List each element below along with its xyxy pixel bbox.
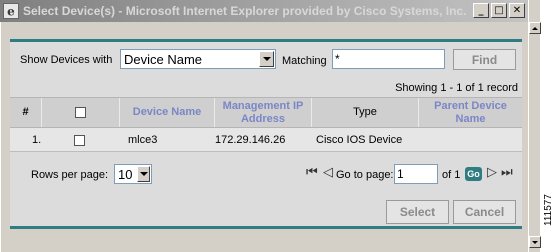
row-management-ip: 172.29.146.26 [215, 134, 286, 146]
panel-bottom-rule [10, 226, 522, 229]
window-title: Select Device(s) - Microsoft Internet Ex… [23, 4, 467, 18]
chevron-down-icon[interactable] [137, 166, 150, 182]
column-header-type: Type [312, 98, 419, 127]
svg-text:e: e [7, 5, 15, 19]
rows-per-page-label: Rows per page: [31, 169, 109, 181]
figure-code: 111577 [543, 194, 554, 226]
row-type: Cisco IOS Device [316, 134, 403, 146]
matching-input[interactable]: * [332, 49, 445, 69]
chevron-down-icon[interactable] [259, 51, 274, 67]
maximize-icon[interactable]: □ [491, 3, 507, 18]
go-to-page-label: Go to page: [336, 169, 394, 181]
row-device-name: mlce3 [128, 134, 158, 146]
first-page-icon[interactable]: ⏮ [306, 165, 318, 180]
close-icon[interactable]: ✕ [509, 3, 525, 18]
column-header-index: # [10, 98, 42, 127]
rows-per-page-select[interactable]: 10 [114, 164, 152, 184]
find-button[interactable]: Find [453, 49, 516, 70]
column-header-device-name[interactable]: Device Name [120, 98, 215, 127]
prev-page-icon[interactable]: ◁ [323, 165, 333, 180]
column-header-management-ip[interactable]: Management IP Address [215, 98, 312, 127]
dialog-actions: Select Cancel [10, 200, 522, 228]
row-checkbox[interactable] [74, 134, 85, 146]
pagination-bar: Rows per page: 10 ⏮ ◁ Go to page: 1 of 1… [10, 157, 522, 185]
last-page-icon[interactable]: ⏭ [501, 165, 513, 180]
record-count-text: Showing 1 - 1 of 1 record [395, 82, 518, 94]
column-header-parent-device-name[interactable]: Parent Device Name [419, 98, 522, 127]
internet-explorer-icon: e [3, 3, 19, 19]
filter-row: Show Devices with Device Name Matching *… [10, 49, 522, 73]
page-total-label: of 1 [442, 169, 461, 181]
matching-label: Matching [282, 55, 327, 67]
filter-field-select[interactable]: Device Name [120, 49, 276, 69]
column-header-select-all [42, 98, 120, 127]
dialog-body: Show Devices with Device Name Matching *… [0, 22, 528, 252]
go-button[interactable]: Go [465, 167, 482, 181]
table-row[interactable]: 1. mlce3 172.29.146.26 Cisco IOS Device [10, 128, 522, 152]
window-titlebar: e Select Device(s) - Microsoft Internet … [0, 0, 528, 22]
show-devices-label: Show Devices with [20, 54, 113, 66]
scroll-up-icon[interactable] [529, 22, 541, 34]
device-selector-panel: Show Devices with Device Name Matching *… [10, 39, 522, 229]
filter-field-value: Device Name [124, 51, 203, 67]
select-all-checkbox[interactable] [75, 107, 86, 118]
vertical-scrollbar[interactable] [528, 0, 541, 252]
next-page-icon[interactable]: ▷ [487, 165, 497, 180]
page-number-input[interactable]: 1 [394, 164, 438, 184]
minimize-icon[interactable]: _ [473, 3, 489, 18]
row-index: 1. [32, 134, 42, 146]
cancel-button[interactable]: Cancel [453, 200, 516, 224]
row-checkbox-cell [74, 128, 85, 152]
rows-per-page-value: 10 [118, 166, 133, 182]
select-button[interactable]: Select [386, 200, 449, 224]
scroll-down-icon[interactable] [529, 236, 541, 248]
table-header: # Device Name Management IP Address Type… [10, 97, 522, 128]
